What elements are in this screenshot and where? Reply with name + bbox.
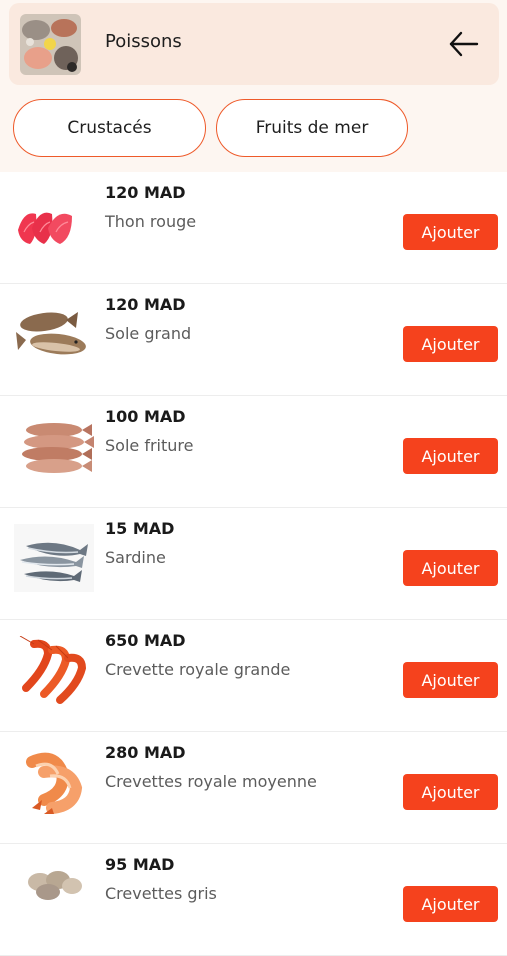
category-chip-crustaces[interactable]: Crustacés — [13, 99, 206, 157]
product-price: 95 MAD — [105, 855, 175, 874]
product-price: 120 MAD — [105, 295, 186, 314]
add-button[interactable]: Ajouter — [403, 214, 498, 250]
product-name: Crevette royale grande — [105, 660, 291, 679]
product-item: 100 MAD Sole friture Ajouter — [0, 396, 507, 508]
chip-label: Crustacés — [67, 118, 152, 138]
add-button[interactable]: Ajouter — [403, 886, 498, 922]
category-thumbnail — [20, 14, 81, 75]
product-name: Thon rouge — [105, 212, 197, 231]
product-item: 120 MAD Sole grand Ajouter — [0, 284, 507, 396]
add-button[interactable]: Ajouter — [403, 774, 498, 810]
category-header: Poissons — [9, 3, 499, 85]
product-name: Crevettes gris — [105, 884, 217, 903]
product-name: Sardine — [105, 548, 166, 567]
product-price: 100 MAD — [105, 407, 186, 426]
product-name: Crevettes royale moyenne — [105, 772, 317, 791]
chip-label: Fruits de mer — [255, 118, 369, 138]
add-button[interactable]: Ajouter — [403, 326, 498, 362]
product-price: 120 MAD — [105, 183, 186, 202]
product-price: 650 MAD — [105, 631, 186, 650]
product-item: 15 MAD Sardine Ajouter — [0, 508, 507, 620]
product-item: 120 MAD Thon rouge Ajouter — [0, 172, 507, 284]
sole-fish-image — [14, 300, 94, 368]
add-button[interactable]: Ajouter — [403, 438, 498, 474]
product-item: 280 MAD Crevettes royale moyenne Ajouter — [0, 732, 507, 844]
small-sole-fish-image — [14, 412, 94, 480]
back-button[interactable] — [447, 27, 481, 61]
add-button[interactable]: Ajouter — [403, 662, 498, 698]
arrow-left-icon — [449, 31, 479, 57]
product-price: 15 MAD — [105, 519, 175, 538]
add-button[interactable]: Ajouter — [403, 550, 498, 586]
page-title: Poissons — [105, 31, 182, 52]
product-list: 120 MAD Thon rouge Ajouter 120 MAD Sole … — [0, 172, 507, 956]
shrimp-image — [14, 748, 94, 816]
product-name: Sole friture — [105, 436, 194, 455]
sardine-image — [14, 524, 94, 592]
top-section: Poissons Crustacés Fruits de mer — [0, 0, 507, 172]
product-name: Sole grand — [105, 324, 192, 343]
product-item: 95 MAD Crevettes gris Ajouter — [0, 844, 507, 956]
king-prawn-image — [14, 635, 94, 704]
tuna-steak-image — [14, 188, 94, 256]
product-item: 650 MAD Crevette royale grande Ajouter — [0, 620, 507, 732]
product-price: 280 MAD — [105, 743, 186, 762]
grey-shrimp-image — [14, 860, 94, 928]
category-chip-fruits-de-mer[interactable]: Fruits de mer — [216, 99, 408, 157]
